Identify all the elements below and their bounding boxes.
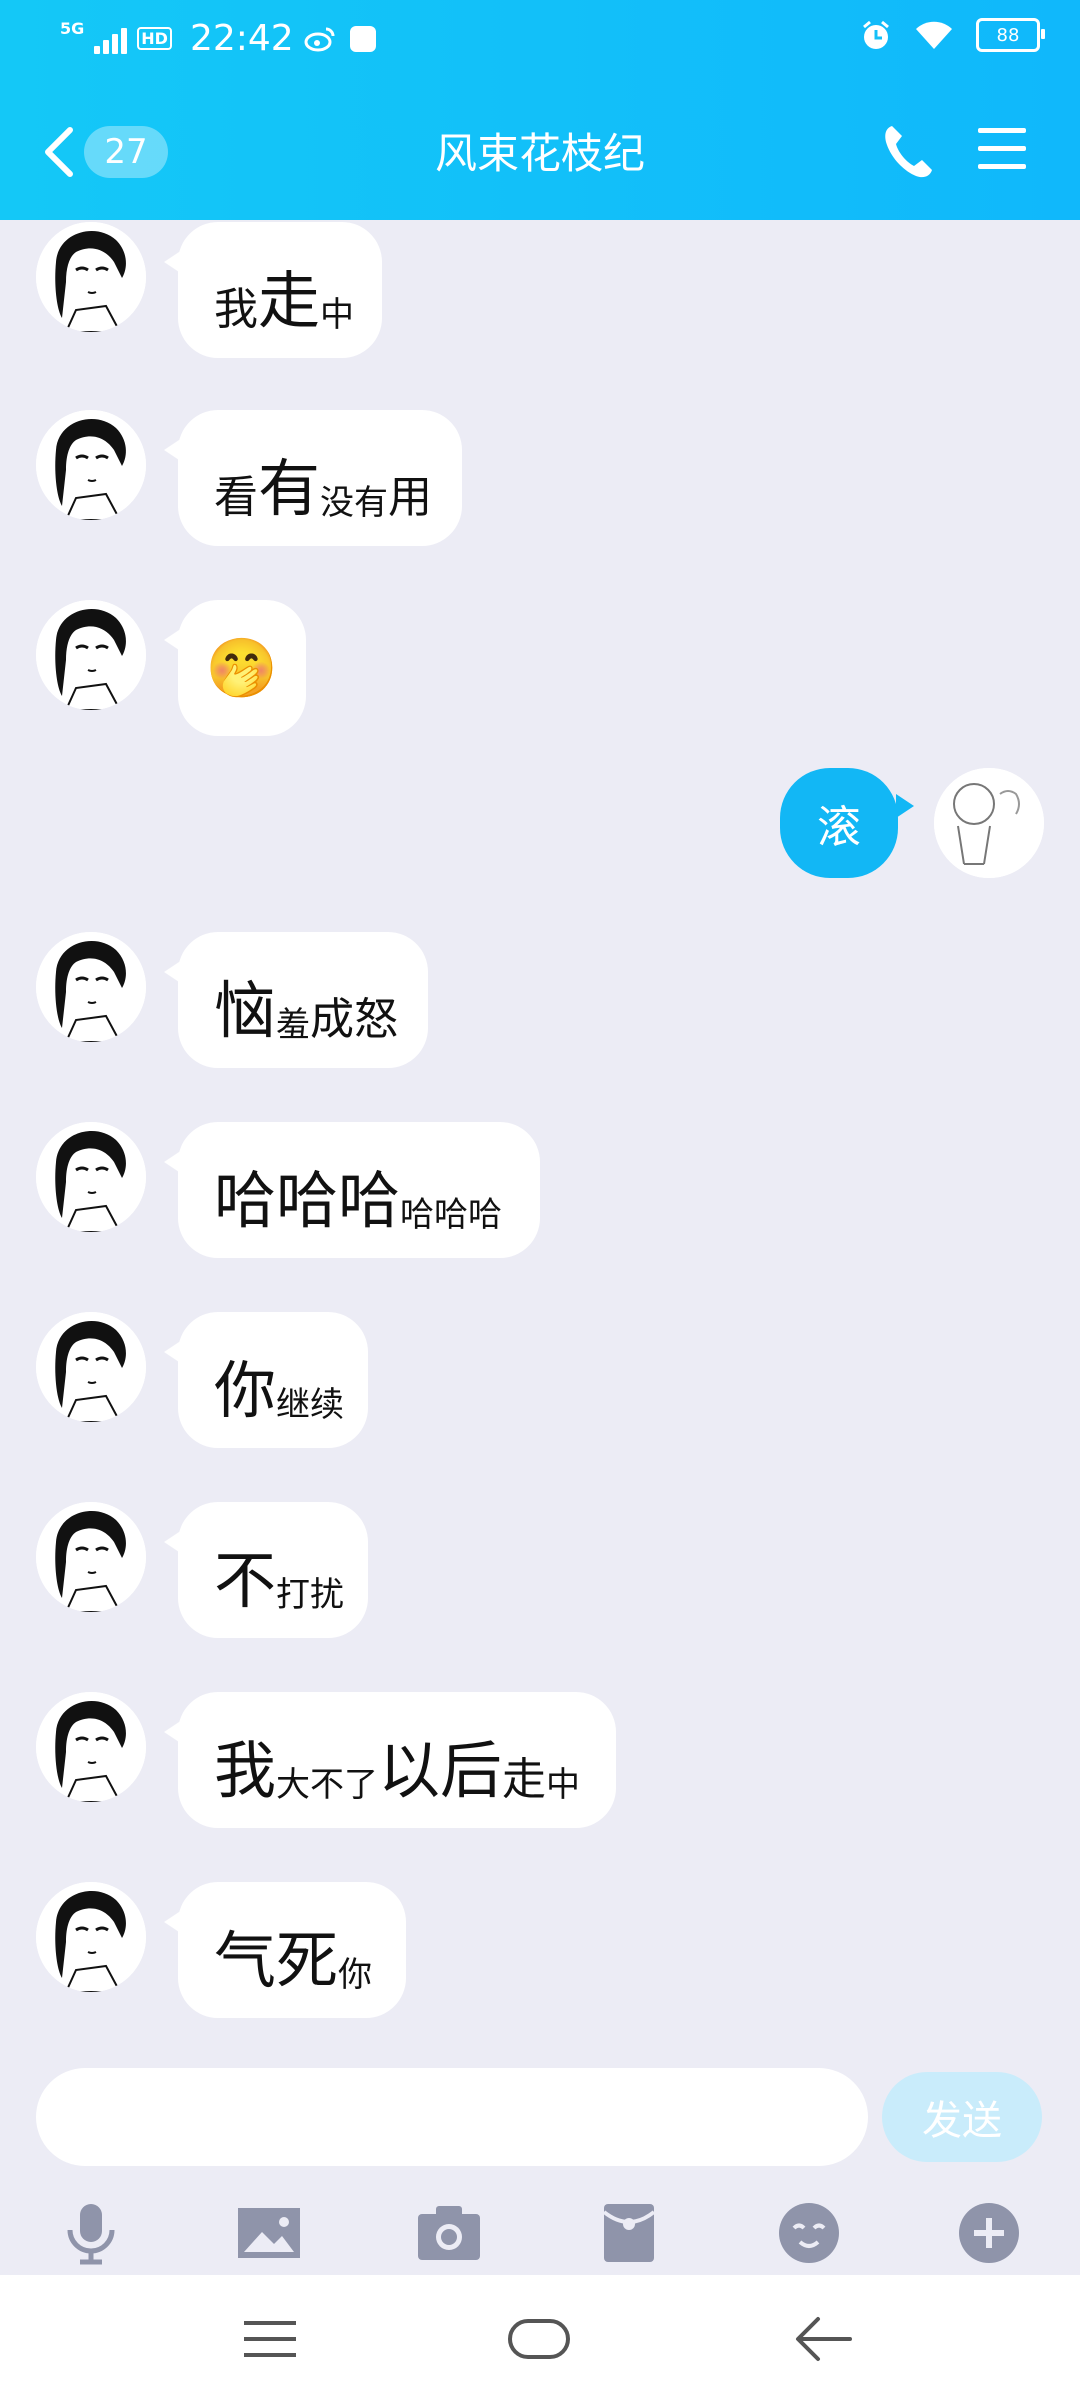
plus-icon[interactable] <box>954 2198 1024 2268</box>
bubble-tail <box>164 628 182 652</box>
bubble-tail <box>164 1720 182 1744</box>
send-label: 发送 <box>922 2098 1002 2144</box>
clock: 22:42 <box>189 18 294 59</box>
bubble-tail <box>896 794 914 818</box>
message-row: 不打扰 <box>0 1502 1080 1638</box>
message-text-segment: 没有 <box>320 483 389 523</box>
message-row: 我走中 <box>0 222 1080 358</box>
bubble-tail <box>164 1910 182 1934</box>
incoming-message-bubble[interactable]: 哈哈哈 哈哈哈 <box>164 1122 540 1258</box>
message-row: 看有没有用 <box>0 410 1080 546</box>
message-input[interactable] <box>36 2068 868 2166</box>
message-text-segment: 有 <box>258 452 321 525</box>
message-row: 滚 <box>0 768 1080 904</box>
message-text-segment: 大不了 <box>276 1765 379 1805</box>
incoming-message-bubble[interactable]: 我大不了 以后走中 <box>164 1692 616 1828</box>
message-text-segment: 哈哈哈 <box>400 1195 503 1235</box>
battery-level: 88 <box>996 24 1020 46</box>
red-packet-icon[interactable] <box>594 2198 664 2268</box>
hd-icon: HD <box>137 27 172 50</box>
message-text-segment: 我 <box>214 284 258 335</box>
battery-icon: 88 <box>976 18 1045 52</box>
contact-avatar[interactable] <box>36 600 146 710</box>
message-text-segment: 我 <box>214 1734 277 1807</box>
camera-icon[interactable] <box>414 2198 484 2268</box>
message-row: 你继续 <box>0 1312 1080 1448</box>
bubble-tail <box>164 438 182 462</box>
contact-avatar[interactable] <box>36 222 146 332</box>
chat-header: 5G HD 22:42 88 27 风束花枝纪 <box>0 0 1080 220</box>
chat-title: 风束花枝纪 <box>434 129 645 178</box>
message-text-segment: 走 <box>502 1754 547 1805</box>
unread-count: 27 <box>104 132 148 172</box>
signal-icon <box>94 24 128 54</box>
back-icon[interactable] <box>794 2311 854 2367</box>
contact-avatar[interactable] <box>36 410 146 520</box>
composer: 发送 <box>0 2040 1080 2275</box>
message-text-segment: 成怒 <box>310 994 399 1045</box>
bubble-tail <box>164 1340 182 1364</box>
microphone-icon[interactable] <box>56 2198 126 2268</box>
message-text-segment: 以后 <box>378 1734 503 1807</box>
message-text-segment: 用 <box>388 472 433 523</box>
contact-avatar[interactable] <box>36 932 146 1042</box>
my-avatar[interactable] <box>934 768 1044 878</box>
bubble-tail <box>164 1530 182 1554</box>
message-text-segment: 气死 <box>214 1924 339 1997</box>
alarm-icon <box>863 20 889 49</box>
notification-icon <box>349 25 376 52</box>
message-text-segment: 看 <box>214 472 258 523</box>
send-button[interactable]: 发送 <box>882 2072 1042 2162</box>
message-text-segment: 继续 <box>276 1385 345 1425</box>
phone-icon[interactable] <box>880 122 934 182</box>
menu-icon[interactable] <box>978 128 1026 170</box>
bubble-tail <box>164 960 182 984</box>
incoming-message-bubble[interactable]: 🤭 <box>164 600 306 736</box>
message-row: 我大不了 以后走中 <box>0 1692 1080 1828</box>
message-text-segment: 你 <box>214 1354 277 1427</box>
weibo-icon <box>304 27 335 51</box>
incoming-message-bubble[interactable]: 不打扰 <box>164 1502 368 1638</box>
contact-avatar[interactable] <box>36 1122 146 1232</box>
contact-avatar[interactable] <box>36 1692 146 1802</box>
emoji: 🤭 <box>205 633 279 702</box>
incoming-message-bubble[interactable]: 看有没有用 <box>164 410 462 546</box>
bubble-tail <box>164 250 182 274</box>
message-text-segment: 中 <box>546 1765 581 1805</box>
outgoing-message-bubble[interactable]: 滚 <box>780 768 914 878</box>
incoming-message-bubble[interactable]: 我走中 <box>164 222 382 358</box>
contact-avatar[interactable] <box>36 1882 146 1992</box>
emoji-icon[interactable] <box>774 2198 844 2268</box>
incoming-message-bubble[interactable]: 恼羞成怒 <box>164 932 428 1068</box>
message-text-segment: 不 <box>214 1544 277 1617</box>
message-row: 恼羞成怒 <box>0 932 1080 1068</box>
message-text-segment: 哈哈哈 <box>214 1164 401 1237</box>
contact-avatar[interactable] <box>36 1502 146 1612</box>
message-text-segment: 打扰 <box>276 1575 345 1615</box>
bubble-tail <box>164 1150 182 1174</box>
network-type: 5G <box>60 19 85 38</box>
message-text-segment: 你 <box>338 1955 373 1995</box>
wifi-icon <box>916 21 952 49</box>
composer-toolbar <box>0 2192 1080 2272</box>
contact-avatar[interactable] <box>36 1312 146 1422</box>
message-row: 🤭 <box>0 600 1080 736</box>
message-text-segment: 恼 <box>214 974 277 1047</box>
message-text: 滚 <box>817 802 861 853</box>
image-icon[interactable] <box>234 2198 304 2268</box>
message-text-segment: 走 <box>258 264 321 337</box>
back-chevron-icon[interactable] <box>40 124 80 180</box>
message-row: 哈哈哈 哈哈哈 <box>0 1122 1080 1258</box>
message-row: 气死你 <box>0 1882 1080 2018</box>
system-nav-bar <box>0 2275 1080 2400</box>
incoming-message-bubble[interactable]: 气死你 <box>164 1882 406 2018</box>
incoming-message-bubble[interactable]: 你继续 <box>164 1312 368 1448</box>
unread-badge[interactable]: 27 <box>84 126 168 178</box>
message-text-segment: 中 <box>320 295 355 335</box>
status-bar: 5G HD 22:42 88 <box>0 18 1080 78</box>
message-text-segment: 羞 <box>276 1005 311 1045</box>
home-icon[interactable] <box>506 2311 572 2367</box>
recent-apps-icon[interactable] <box>240 2311 300 2367</box>
